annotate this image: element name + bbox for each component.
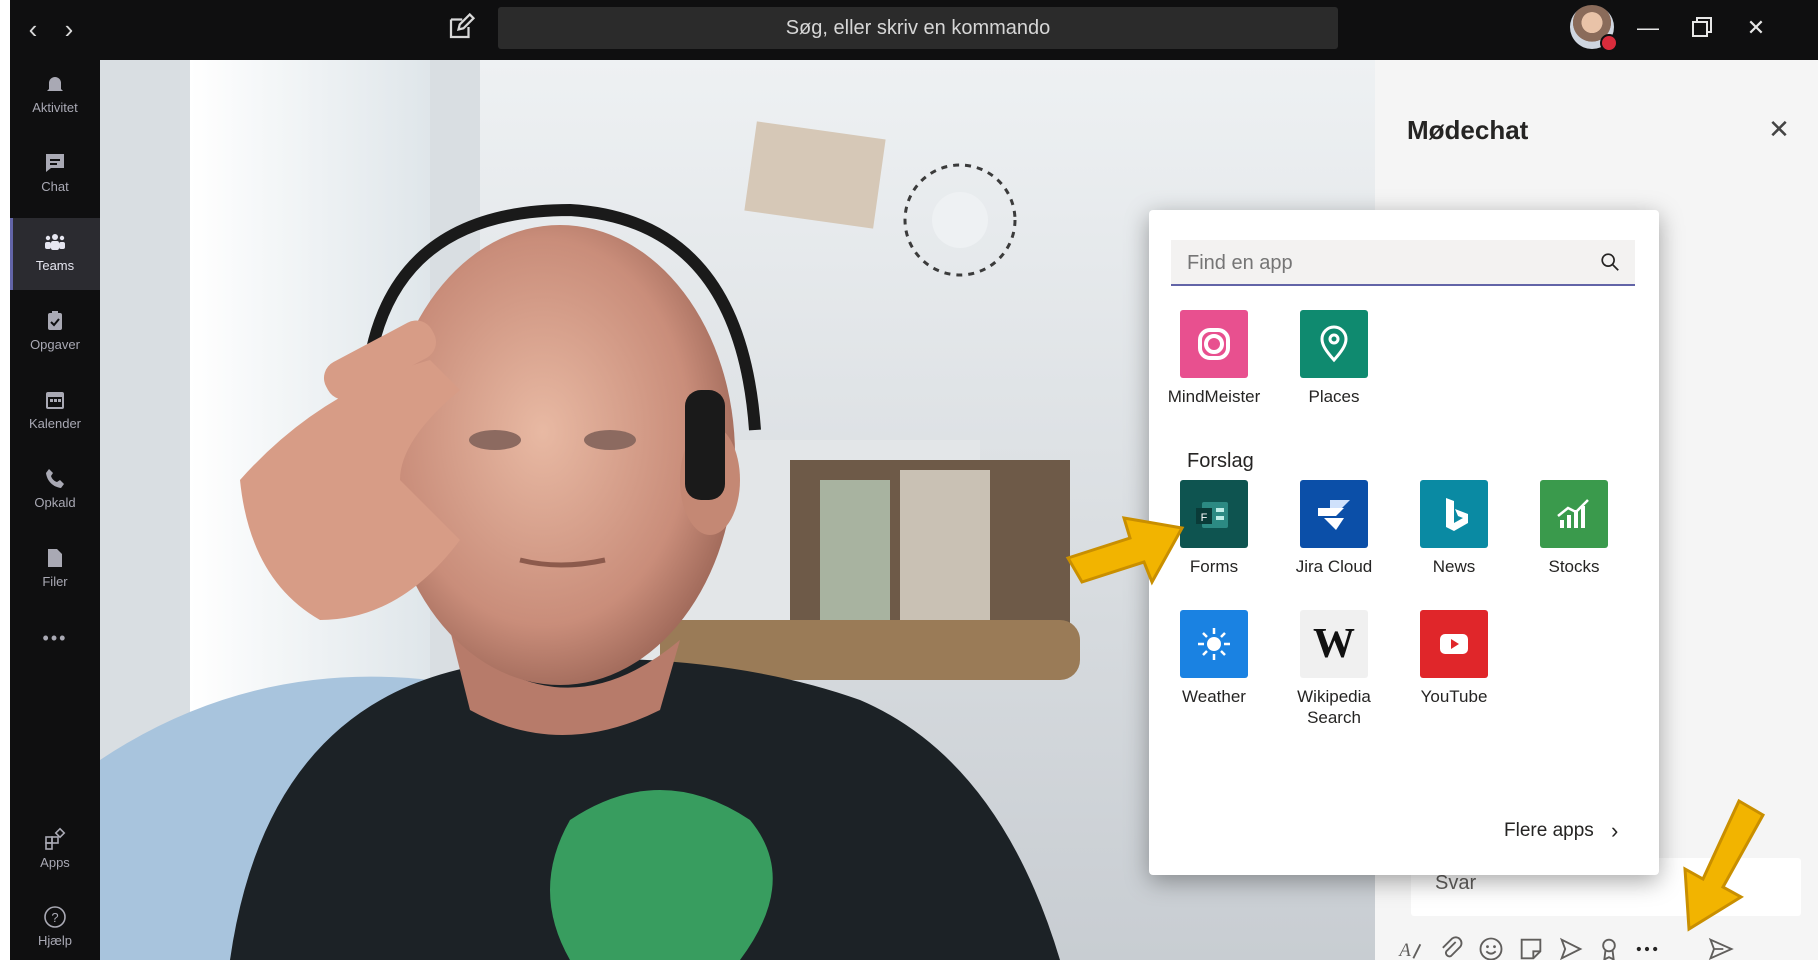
file-icon [48,549,62,567]
suggestions-heading: Forslag [1187,450,1254,472]
rail-label: Opgaver [30,337,80,352]
rail-label: Chat [41,179,69,194]
bell-icon [47,77,63,93]
chat-icon [46,154,64,172]
wikipedia-icon: W [1300,610,1368,678]
forward-button[interactable]: › [54,14,84,44]
annotation-arrow-more [1683,798,1766,932]
annotation-arrow-forms [1065,516,1185,586]
title-bar: ‹ › Søg, eller skriv en kommando — ✕ [10,0,1818,60]
rail-item-aktivitet[interactable]: Aktivitet [10,60,100,132]
profile-avatar[interactable] [1570,5,1618,52]
app-weather[interactable]: Weather [1159,610,1269,707]
weather-sun-icon [1180,610,1248,678]
find-app-input[interactable] [1185,248,1589,278]
compose-toolbar: A [1397,935,1817,960]
app-label: News [1432,557,1476,576]
rail-item-opgaver[interactable]: Opgaver [10,297,100,369]
format-icon[interactable]: A [1397,935,1425,960]
find-app-search[interactable] [1171,240,1635,286]
rail-label: Hjælp [38,933,72,948]
praise-icon[interactable] [1595,935,1623,960]
apps-icon [45,827,66,850]
places-icon [1300,310,1368,378]
more-apps-link[interactable]: Flere apps [1504,820,1594,842]
news-bing-icon [1420,480,1488,548]
rail-item-teams[interactable]: Teams [10,218,100,290]
restore-button[interactable] [1680,10,1720,46]
mindmeister-icon [1180,310,1248,378]
app-news[interactable]: News [1399,480,1509,577]
app-label: Places [1308,387,1360,406]
wikipedia-w-glyph: W [1313,621,1355,667]
rail-item-hjaelp[interactable]: ? Hjælp [10,893,100,960]
attach-icon[interactable] [1437,935,1465,960]
app-label: MindMeister [1167,387,1261,406]
app-label: Wikipedia Search [1297,687,1371,727]
rail-item-apps[interactable]: Apps [10,815,100,887]
rail-label: Opkald [34,495,76,510]
back-button[interactable]: ‹ [18,14,48,44]
command-search-box[interactable]: Søg, eller skriv en kommando [498,7,1338,49]
rail-item-chat[interactable]: Chat [10,139,100,211]
app-mindmeister[interactable]: MindMeister [1159,310,1269,407]
teams-icon [45,234,65,250]
rail-more-button[interactable]: ••• [10,628,100,668]
phone-icon [46,469,64,488]
rail-label: Apps [40,855,70,870]
more-options-icon[interactable] [1633,935,1661,960]
svg-text:A: A [1397,940,1411,960]
app-label: YouTube [1420,687,1488,706]
rail-label: Filer [42,574,68,589]
close-chat-button[interactable]: ✕ [1765,115,1793,143]
app-picker-popup: MindMeister Places Forslag F Forms Jira … [1149,210,1659,875]
rail-item-opkald[interactable]: Opkald [10,455,100,527]
search-icon[interactable] [1599,251,1621,273]
app-stocks[interactable]: Stocks [1519,480,1629,577]
presence-busy-icon [1600,34,1618,52]
rail-item-filer[interactable]: Filer [10,534,100,606]
app-rail: Aktivitet Chat Teams Opgaver Kalender Op… [10,60,100,960]
schedule-meeting-icon[interactable] [1557,935,1585,960]
meeting-chat-title: Mødechat [1407,115,1529,145]
app-label: Jira Cloud [1295,557,1373,576]
tasks-icon [48,311,62,330]
app-youtube[interactable]: YouTube [1399,610,1509,707]
minimize-button[interactable]: — [1628,10,1668,46]
chevron-right-icon[interactable]: › [1611,818,1618,844]
rail-label: Kalender [28,416,82,431]
app-wikipedia-search[interactable]: W Wikipedia Search [1279,610,1389,728]
close-window-button[interactable]: ✕ [1736,10,1776,46]
rail-item-kalender[interactable]: Kalender [10,376,100,448]
emoji-icon[interactable] [1477,935,1505,960]
more-icon: ••• [42,628,68,648]
rail-label: Teams [35,258,75,273]
svg-text:F: F [1201,512,1208,524]
youtube-icon [1420,610,1488,678]
jira-cloud-icon [1300,480,1368,548]
app-jira-cloud[interactable]: Jira Cloud [1279,480,1389,577]
rail-label: Aktivitet [32,100,78,115]
svg-text:?: ? [51,910,58,925]
sticker-icon[interactable] [1517,935,1545,960]
app-label: Weather [1182,687,1246,706]
app-label: Stocks [1548,557,1600,576]
forms-icon: F [1180,480,1248,548]
reply-placeholder: Svar [1435,872,1477,894]
compose-icon[interactable] [446,12,476,42]
help-icon: ? [44,906,66,928]
send-icon[interactable] [1707,935,1735,960]
app-places[interactable]: Places [1279,310,1389,407]
stocks-icon [1540,480,1608,548]
teams-window: ‹ › Søg, eller skriv en kommando — ✕ Akt… [10,0,1818,960]
calendar-icon [46,392,64,409]
